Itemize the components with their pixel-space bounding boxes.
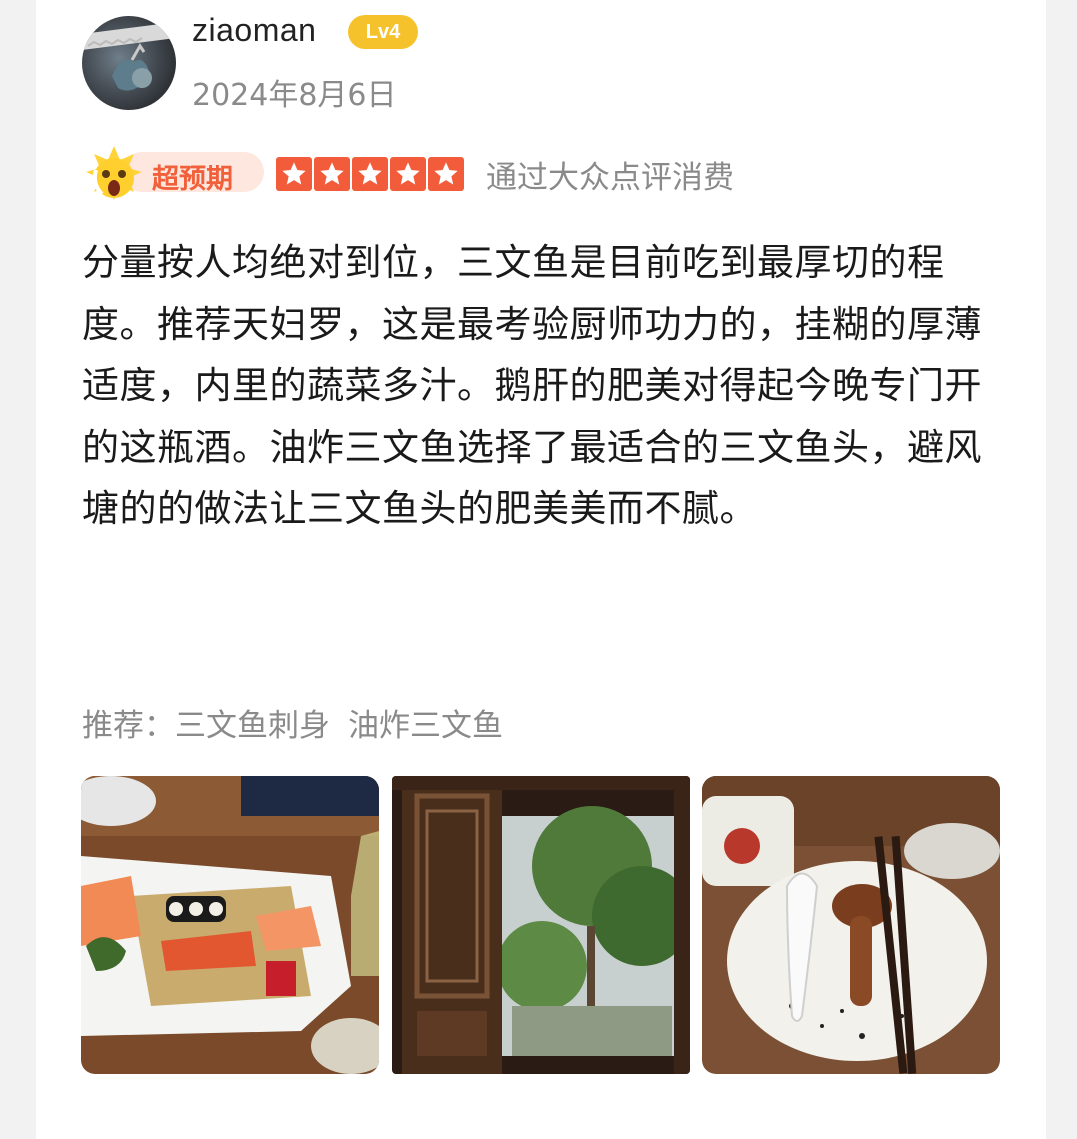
- rating-badge: 超预期: [82, 144, 264, 200]
- star-icon: [428, 157, 464, 191]
- verified-consumption-label: 通过大众点评消费: [486, 160, 734, 196]
- recommend-dish[interactable]: 三文鱼刺身: [175, 708, 330, 744]
- username[interactable]: ziaoman: [192, 12, 316, 49]
- review-text[interactable]: 分量按人均绝对到位，三文鱼是目前吃到最厚切的程度。推荐天妇罗，这是最考验厨师功力…: [82, 232, 992, 540]
- recommend-dishes: 推荐：三文鱼刺身 油炸三文鱼: [82, 700, 521, 745]
- plate-dessert-photo[interactable]: [702, 776, 1000, 1074]
- review-date: 2024年8月6日: [192, 78, 397, 113]
- star-rating: [276, 157, 464, 191]
- star-icon: [276, 157, 312, 191]
- star-icon: [390, 157, 426, 191]
- recommend-label: 推荐：: [82, 708, 175, 744]
- avatar[interactable]: [82, 16, 176, 110]
- sashimi-platter-photo[interactable]: [81, 776, 379, 1074]
- recommend-dish[interactable]: 油炸三文鱼: [348, 708, 503, 744]
- star-icon: [352, 157, 388, 191]
- star-icon: [314, 157, 350, 191]
- surprised-face-icon: [86, 146, 142, 200]
- rating-badge-label: 超预期: [152, 164, 233, 195]
- level-badge: Lv4: [348, 15, 418, 49]
- window-garden-photo[interactable]: [392, 776, 690, 1074]
